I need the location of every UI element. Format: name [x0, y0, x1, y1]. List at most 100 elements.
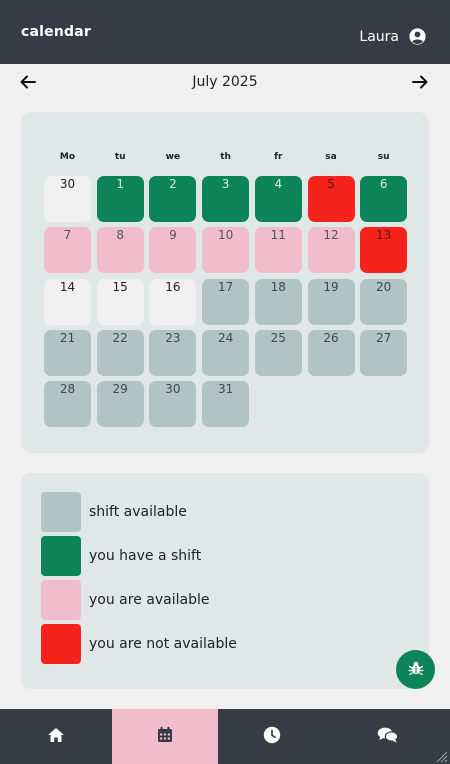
day-number: 30 [59, 177, 76, 191]
day-number: 17 [217, 279, 234, 294]
month-navigation: July 2025 [0, 64, 450, 102]
day-number: 10 [217, 228, 234, 243]
weekday-label: th [220, 152, 231, 162]
day-number: 14 [59, 279, 76, 294]
day-number: 16 [165, 279, 181, 294]
day-number: 9 [169, 228, 177, 243]
weekday-header: Mo tu we th fr sa su [44, 152, 411, 166]
day-cell[interactable]: 9 [149, 227, 197, 274]
day-cell[interactable]: 21 [44, 329, 91, 376]
nav-tab-clock[interactable] [218, 709, 325, 764]
top-bar: calendar Laura [0, 0, 450, 64]
day-number: 25 [270, 330, 286, 345]
day-number: 20 [376, 279, 392, 294]
day-number: 12 [323, 228, 339, 243]
day-number: 19 [323, 279, 339, 294]
weekday-label: Mo [59, 152, 76, 162]
calendar-grid: 30 1 2 3 4 5 6 7 8 9 10 11 12 13 14 15 16 17 18 19 20 21 22 23 2… [44, 176, 411, 428]
nav-tab-chat[interactable] [325, 709, 450, 764]
day-cell[interactable]: 30 [149, 381, 197, 428]
legend-item: you are available [41, 580, 209, 620]
day-number: 23 [165, 330, 181, 345]
day-cell[interactable]: 18 [254, 278, 302, 325]
day-cell[interactable]: 20 [360, 278, 408, 325]
day-number: 31 [217, 382, 234, 397]
day-cell[interactable]: 13 [360, 227, 408, 274]
day-cell[interactable]: 6 [360, 176, 408, 222]
weekday-label: we [165, 152, 181, 162]
day-number: 18 [270, 279, 286, 294]
day-number: 28 [59, 382, 76, 397]
day-number: 15 [112, 279, 128, 294]
day-cell[interactable]: 16 [149, 278, 197, 325]
legend-swatch [41, 492, 81, 532]
day-number: 1 [116, 177, 124, 191]
day-number: 2 [169, 177, 177, 191]
user-circle-icon [409, 28, 426, 45]
legend-label: you are not available [89, 636, 237, 652]
weekday-label: tu [114, 152, 126, 162]
calendar-icon [157, 726, 173, 747]
legend-swatch [41, 536, 81, 576]
clock-icon [263, 726, 281, 748]
arrow-right-icon[interactable] [410, 72, 430, 92]
day-cell[interactable]: 26 [307, 329, 355, 376]
day-cell[interactable]: 17 [202, 278, 250, 325]
resize-grip-icon[interactable] [434, 748, 448, 763]
day-cell[interactable]: 29 [96, 381, 144, 428]
day-number: 5 [327, 177, 335, 191]
day-number: 8 [116, 228, 124, 243]
day-number: 11 [270, 228, 286, 243]
legend-label: shift available [89, 504, 187, 520]
day-cell[interactable]: 3 [202, 176, 250, 222]
report-bug-button[interactable] [396, 650, 435, 689]
day-cell[interactable]: 7 [44, 227, 91, 274]
day-number: 6 [379, 177, 388, 191]
day-cell[interactable]: 15 [96, 278, 144, 325]
weekday-label: su [377, 152, 390, 162]
legend-swatch [41, 624, 81, 664]
day-cell[interactable]: 23 [149, 329, 197, 376]
day-number: 27 [376, 330, 392, 345]
legend-item: you are not available [41, 624, 237, 664]
day-cell[interactable]: 28 [44, 381, 91, 428]
day-cell[interactable]: 24 [202, 329, 250, 376]
app-title: calendar [21, 24, 91, 40]
day-cell[interactable]: 19 [307, 278, 355, 325]
day-number: 3 [221, 177, 230, 191]
day-cell[interactable]: 27 [360, 329, 408, 376]
legend-item: you have a shift [41, 536, 201, 576]
day-number: 30 [165, 382, 181, 397]
nav-tab-home[interactable] [0, 709, 112, 764]
day-cell[interactable]: 11 [254, 227, 302, 274]
legend-label: you are available [89, 592, 210, 608]
legend-label: you have a shift [89, 548, 202, 564]
day-cell[interactable]: 4 [254, 176, 302, 222]
day-cell[interactable]: 5 [307, 176, 355, 222]
day-cell[interactable]: 31 [202, 381, 250, 428]
day-cell[interactable]: 30 [44, 176, 91, 222]
day-number: 7 [63, 228, 72, 243]
day-cell[interactable]: 8 [96, 227, 144, 274]
day-cell[interactable]: 14 [44, 278, 91, 325]
bug-icon [407, 660, 424, 680]
day-cell[interactable]: 22 [96, 329, 144, 376]
day-number: 4 [274, 177, 283, 191]
user-name: Laura [359, 28, 399, 45]
weekday-label: sa [325, 152, 337, 162]
day-cell[interactable]: 25 [254, 329, 302, 376]
day-number: 29 [112, 382, 128, 397]
day-cell[interactable]: 10 [202, 227, 250, 274]
day-number: 22 [112, 330, 128, 345]
bottom-navigation [0, 709, 450, 764]
day-cell[interactable]: 1 [96, 176, 144, 222]
day-number: 24 [217, 330, 234, 345]
weekday-label: fr [274, 152, 283, 162]
day-cell[interactable]: 2 [149, 176, 197, 222]
legend-card: shift available you have a shift you are a… [21, 473, 429, 689]
legend-swatch [41, 580, 81, 620]
user-menu[interactable]: Laura [359, 28, 426, 45]
nav-tab-calendar[interactable] [112, 709, 218, 764]
day-number: 21 [59, 330, 76, 345]
day-cell[interactable]: 12 [307, 227, 355, 274]
